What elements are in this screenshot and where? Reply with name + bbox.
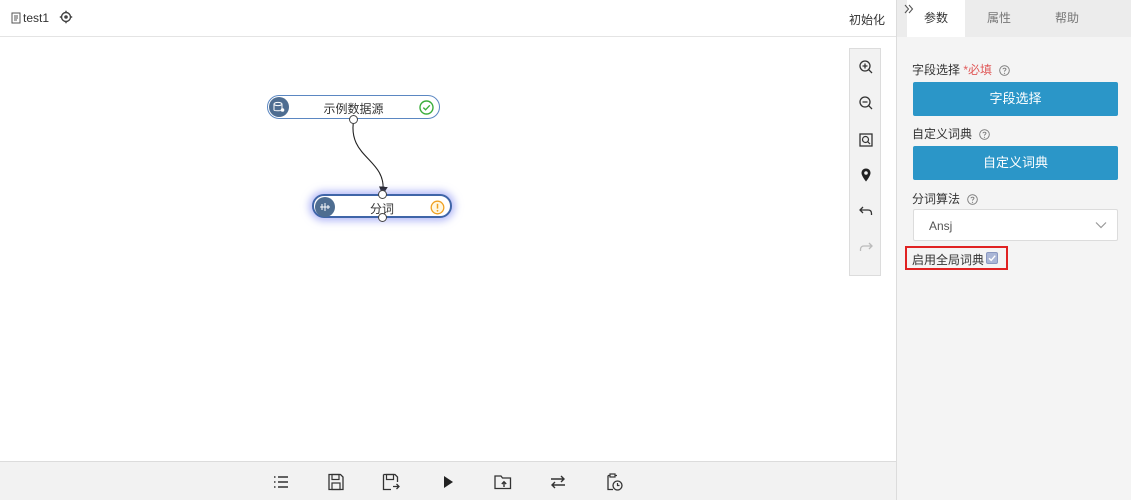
node-data-source[interactable]: 示例数据源 <box>267 95 440 124</box>
edge-connection[interactable] <box>352 117 388 196</box>
help-icon[interactable] <box>999 65 1011 76</box>
tab-params[interactable]: 参数 <box>907 0 965 37</box>
switch-icon[interactable] <box>548 472 568 492</box>
zoom-toolbar <box>849 48 881 276</box>
tab-help[interactable]: 帮助 <box>1033 0 1101 37</box>
input-port[interactable] <box>377 190 387 199</box>
bottom-toolbar <box>0 461 896 500</box>
location-pin-icon[interactable] <box>858 167 874 183</box>
tab-attributes[interactable]: 属性 <box>965 0 1033 37</box>
import-folder-icon[interactable] <box>493 472 513 492</box>
algorithm-label-text: 分词算法 <box>912 192 961 206</box>
undo-icon[interactable] <box>858 203 874 219</box>
settings-icon[interactable] <box>59 10 73 24</box>
save-as-icon[interactable] <box>381 472 401 492</box>
run-icon[interactable] <box>438 472 458 492</box>
collapse-panel-icon[interactable] <box>904 4 914 14</box>
custom-dict-label-text: 自定义词典 <box>912 127 973 141</box>
flow-icon <box>11 12 21 24</box>
success-check-icon <box>419 100 434 115</box>
datasource-icon <box>269 97 289 117</box>
global-dict-checkbox[interactable] <box>986 252 998 264</box>
custom-dict-label: 自定义词典 <box>912 125 991 142</box>
panel-tabs: 参数 属性 帮助 <box>897 0 1131 37</box>
save-icon[interactable] <box>326 472 346 492</box>
field-select-label: 字段选择 *必填 <box>912 61 1011 78</box>
output-port[interactable] <box>349 115 358 124</box>
flow-name: test1 <box>23 11 50 25</box>
list-icon[interactable] <box>271 472 291 492</box>
algorithm-select-value: Ansj <box>929 219 953 233</box>
schedule-icon[interactable] <box>604 472 624 492</box>
custom-dict-button[interactable]: 自定义词典 <box>913 146 1118 180</box>
algorithm-label: 分词算法 <box>912 190 979 207</box>
help-icon[interactable] <box>967 194 979 205</box>
flow-canvas[interactable]: 示例数据源 分词 <box>0 38 896 461</box>
redo-icon[interactable] <box>858 239 874 255</box>
field-select-button[interactable]: 字段选择 <box>913 82 1118 116</box>
output-port[interactable] <box>377 213 387 222</box>
fit-view-icon[interactable] <box>858 132 874 148</box>
help-icon[interactable] <box>979 129 991 140</box>
initialize-button[interactable]: 初始化 <box>849 11 885 28</box>
zoom-out-icon[interactable] <box>858 95 874 111</box>
required-mark: *必填 <box>963 63 993 77</box>
properties-panel: 参数 属性 帮助 字段选择 *必填 字段选择 自定义词典 自定义词典 分词算法 <box>896 0 1131 500</box>
zoom-in-icon[interactable] <box>858 59 874 75</box>
warning-icon <box>430 200 445 215</box>
global-dict-label: 启用全局词典 <box>912 253 985 267</box>
checkmark-icon <box>988 255 996 262</box>
canvas-header: test1 初始化 <box>0 0 896 37</box>
edge-layer <box>352 117 388 196</box>
tokenizer-icon <box>315 197 335 217</box>
field-select-label-text: 字段选择 <box>912 63 961 77</box>
algorithm-select[interactable]: Ansj <box>913 209 1118 241</box>
node-word-segmentation[interactable]: 分词 <box>312 190 452 222</box>
global-dict-option: 启用全局词典 <box>905 246 1008 270</box>
chevron-down-icon <box>1095 222 1107 229</box>
